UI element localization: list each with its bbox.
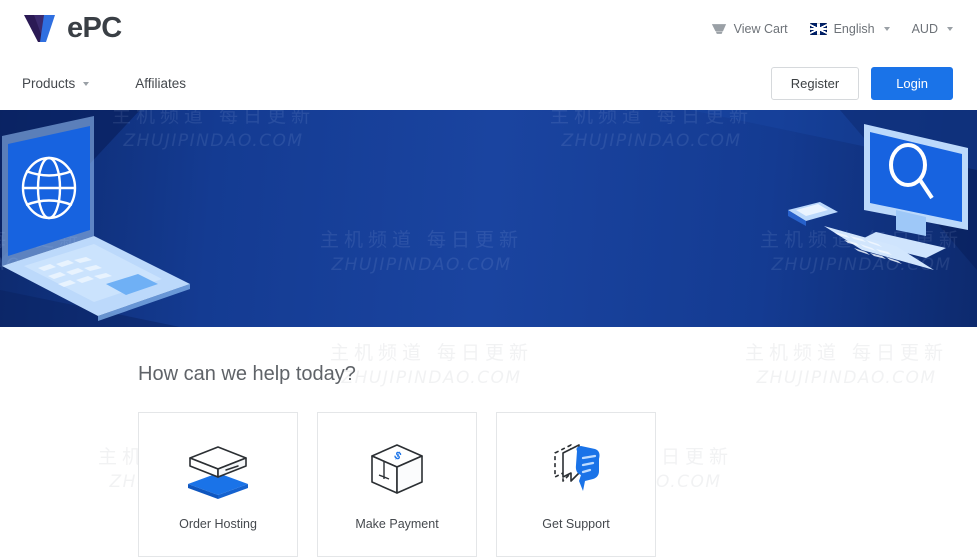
- isometric-laptop-globe-illustration: [0, 116, 209, 326]
- card-order-hosting[interactable]: Order Hosting: [138, 412, 298, 557]
- chevron-down-icon: [947, 26, 953, 31]
- card-get-support[interactable]: Get Support: [496, 412, 656, 557]
- main-nav-bar: Products Affiliates Register Login: [0, 57, 977, 110]
- view-cart-link[interactable]: View Cart: [711, 22, 788, 36]
- help-section: 主机频道 每日更新 ZHUJIPINDAO.COM 主机频道 每日更新 ZHUJ…: [0, 327, 977, 557]
- nav-affiliates-label: Affiliates: [135, 76, 187, 91]
- nav-products-label: Products: [22, 76, 76, 91]
- card-make-payment-label: Make Payment: [355, 517, 439, 531]
- chevron-down-icon: [883, 26, 890, 31]
- logo-text: ePC: [67, 12, 122, 44]
- view-cart-label: View Cart: [733, 21, 788, 36]
- cart-icon: [711, 22, 727, 36]
- action-card-list: Order Hosting $ Make Payment Get Support: [138, 412, 778, 557]
- site-logo[interactable]: ePC: [22, 12, 122, 46]
- top-bar: ePC View Cart English AUD: [0, 0, 977, 57]
- payment-box-icon: $: [364, 439, 430, 501]
- nav-item-affiliates[interactable]: Affiliates: [135, 76, 186, 91]
- card-order-hosting-label: Order Hosting: [179, 517, 257, 531]
- server-stack-icon: [182, 439, 254, 501]
- wepc-logo-mark-icon: [22, 12, 68, 46]
- uk-flag-icon: [809, 22, 827, 35]
- language-selector[interactable]: English: [809, 21, 890, 36]
- isometric-desktop-search-illustration: [776, 118, 977, 327]
- chevron-down-icon: [83, 81, 90, 86]
- section-title: How can we help today?: [138, 363, 356, 385]
- language-label: English: [833, 21, 875, 36]
- help-section-inner: How can we help today? Order Hosting $ M…: [138, 363, 778, 557]
- card-get-support-label: Get Support: [542, 517, 610, 531]
- top-bar-right: View Cart English AUD: [711, 22, 953, 36]
- nav-actions: Register Login: [770, 67, 953, 100]
- currency-selector[interactable]: AUD: [912, 22, 953, 36]
- register-button[interactable]: Register: [770, 67, 860, 100]
- card-make-payment[interactable]: $ Make Payment: [317, 412, 477, 557]
- nav-item-products[interactable]: Products: [22, 76, 90, 91]
- chat-bubbles-icon: [541, 439, 611, 501]
- hero-banner: 主机频道 每日更新 ZHUJIPINDAO.COM 主机频道 每日更新 ZHUJ…: [0, 110, 977, 327]
- login-button[interactable]: Login: [871, 67, 953, 100]
- currency-label: AUD: [911, 21, 938, 36]
